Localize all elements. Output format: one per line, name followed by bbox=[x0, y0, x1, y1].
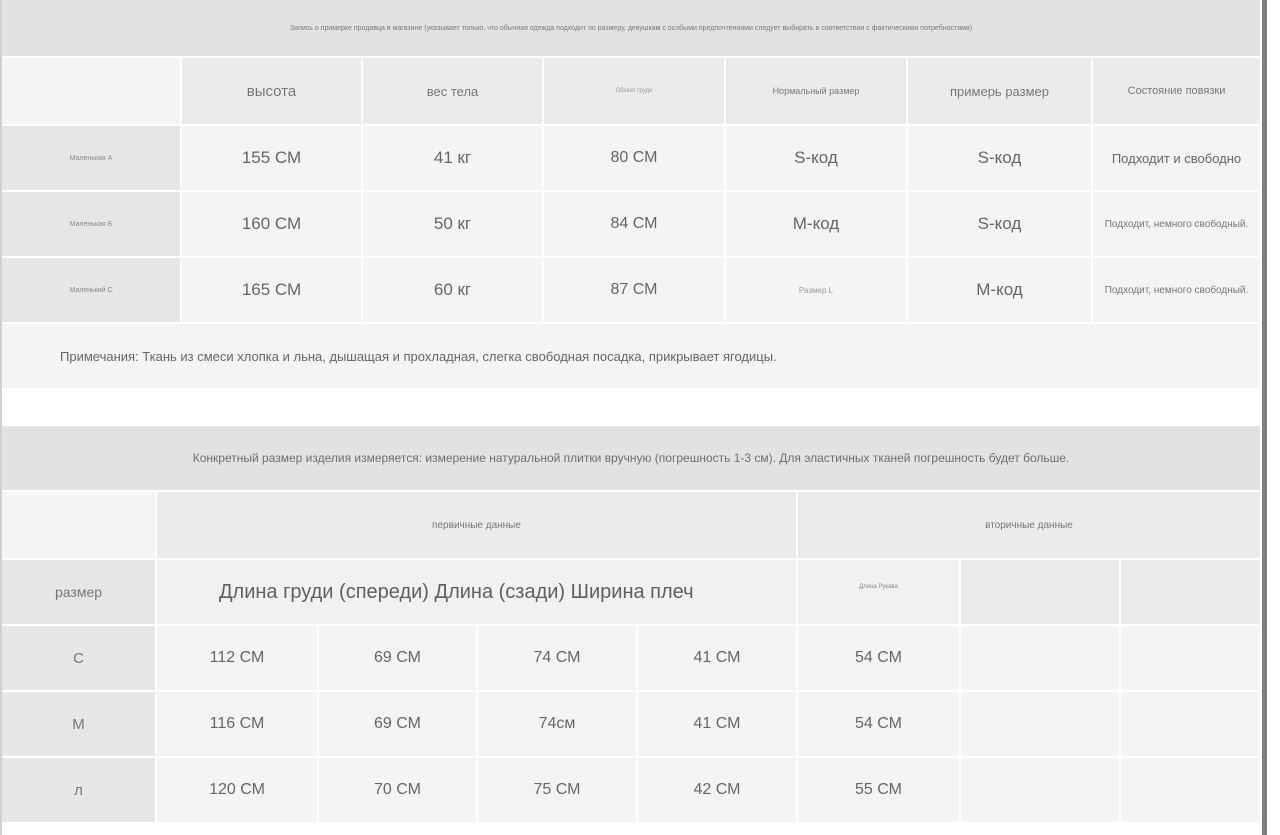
size-label: л bbox=[2, 758, 157, 824]
header-weight: вес тела bbox=[363, 58, 544, 126]
cell-empty bbox=[961, 626, 1121, 692]
cell-empty bbox=[1121, 626, 1262, 692]
cell-tried-size: S-код bbox=[908, 192, 1093, 258]
fitting-banner: Запись о примерке продавца в магазине (у… bbox=[2, 0, 1262, 58]
table-row: М 116 СМ 69 СМ 74см 41 СМ 54 СМ bbox=[2, 692, 1262, 758]
cell-tried-size: S-код bbox=[908, 126, 1093, 192]
header-height: высота bbox=[182, 58, 363, 126]
row-label: Маленький С bbox=[2, 258, 182, 324]
cell-sleeve: 54 СМ bbox=[798, 692, 961, 758]
fitting-banner-row: Запись о примерке продавца в магазине (у… bbox=[2, 0, 1262, 58]
cell-weight: 60 кг bbox=[363, 258, 544, 324]
sleeve-header: Длина Рукава bbox=[798, 560, 961, 626]
cell-empty bbox=[1121, 692, 1262, 758]
cell-empty bbox=[961, 692, 1121, 758]
cell-sleeve: 55 СМ bbox=[798, 758, 961, 824]
fitting-header-row: высота вес тела Обхват груди Нормальный … bbox=[2, 58, 1262, 126]
measure-banner: Конкретный размер изделия измеряется: из… bbox=[2, 426, 1262, 492]
cell-bust: 87 СМ bbox=[544, 258, 726, 324]
row-label: Маленькая А bbox=[2, 126, 182, 192]
fitting-table: Запись о примерке продавца в магазине (у… bbox=[2, 0, 1262, 390]
size-label: С bbox=[2, 626, 157, 692]
cell-shoulder: 42 СМ bbox=[638, 758, 798, 824]
cell-front-length: 69 СМ bbox=[319, 626, 478, 692]
cell-bust: 120 СМ bbox=[157, 758, 319, 824]
cell-weight: 50 кг bbox=[363, 192, 544, 258]
cell-front-length: 70 СМ bbox=[319, 758, 478, 824]
cell-tried-size: М-код bbox=[908, 258, 1093, 324]
table-row: Маленький С 165 СМ 60 кг 87 СМ Размер L … bbox=[2, 258, 1262, 324]
group-primary: первичные данные bbox=[157, 492, 798, 560]
cell-empty bbox=[961, 758, 1121, 824]
cell-normal-size: S-код bbox=[726, 126, 908, 192]
empty-header bbox=[1121, 560, 1262, 626]
cell-empty bbox=[1121, 758, 1262, 824]
group-header-row: первичные данные вторичные данные bbox=[2, 492, 1262, 560]
cell-state: Подходит, немного свободный. bbox=[1093, 192, 1262, 258]
measure-banner-row: Конкретный размер изделия измеряется: из… bbox=[2, 426, 1262, 492]
cell-bust: 84 СМ bbox=[544, 192, 726, 258]
cell-normal-size: Размер L bbox=[726, 258, 908, 324]
cell-height: 155 СМ bbox=[182, 126, 363, 192]
cell-height: 165 СМ bbox=[182, 258, 363, 324]
group-secondary: вторичные данные bbox=[798, 492, 1262, 560]
cell-state: Подходит и свободно bbox=[1093, 126, 1262, 192]
header-empty bbox=[2, 58, 182, 126]
cell-back-length: 74 СМ bbox=[478, 626, 638, 692]
table-row: л 120 СМ 70 СМ 75 СМ 42 СМ 55 СМ bbox=[2, 758, 1262, 824]
column-header-row: размер Длина груди (спереди) Длина (сзад… bbox=[2, 560, 1262, 626]
cell-state: Подходит, немного свободный. bbox=[1093, 258, 1262, 324]
header-tried-size: примерь размер bbox=[908, 58, 1093, 126]
note-row: Примечания: Ткань из смеси хлопка и льна… bbox=[2, 324, 1262, 390]
cell-back-length: 74см bbox=[478, 692, 638, 758]
cell-normal-size: М-код bbox=[726, 192, 908, 258]
cell-weight: 41 кг bbox=[363, 126, 544, 192]
scrollbar-edge bbox=[1262, 0, 1267, 835]
group-empty bbox=[2, 492, 157, 560]
table-row: Маленькая Б 160 СМ 50 кг 84 СМ М-код S-к… bbox=[2, 192, 1262, 258]
cell-bust: 80 СМ bbox=[544, 126, 726, 192]
header-normal-size: Нормальный размер bbox=[726, 58, 908, 126]
measurement-table: Конкретный размер изделия измеряется: из… bbox=[2, 426, 1262, 824]
fitting-note: Примечания: Ткань из смеси хлопка и льна… bbox=[2, 324, 1262, 390]
table-row: Маленькая А 155 СМ 41 кг 80 СМ S-код S-к… bbox=[2, 126, 1262, 192]
size-header: размер bbox=[2, 560, 157, 626]
row-label: Маленькая Б bbox=[2, 192, 182, 258]
cell-back-length: 75 СМ bbox=[478, 758, 638, 824]
cell-bust: 112 СМ bbox=[157, 626, 319, 692]
size-label: М bbox=[2, 692, 157, 758]
cell-shoulder: 41 СМ bbox=[638, 692, 798, 758]
header-state: Состояние повязки bbox=[1093, 58, 1262, 126]
cell-sleeve: 54 СМ bbox=[798, 626, 961, 692]
cell-shoulder: 41 СМ bbox=[638, 626, 798, 692]
header-bust: Обхват груди bbox=[544, 58, 726, 126]
empty-header bbox=[961, 560, 1121, 626]
table-row: С 112 СМ 69 СМ 74 СМ 41 СМ 54 СМ bbox=[2, 626, 1262, 692]
cell-front-length: 69 СМ bbox=[319, 692, 478, 758]
cell-height: 160 СМ bbox=[182, 192, 363, 258]
columns-header: Длина груди (спереди) Длина (сзади) Шири… bbox=[157, 560, 798, 626]
cell-bust: 116 СМ bbox=[157, 692, 319, 758]
